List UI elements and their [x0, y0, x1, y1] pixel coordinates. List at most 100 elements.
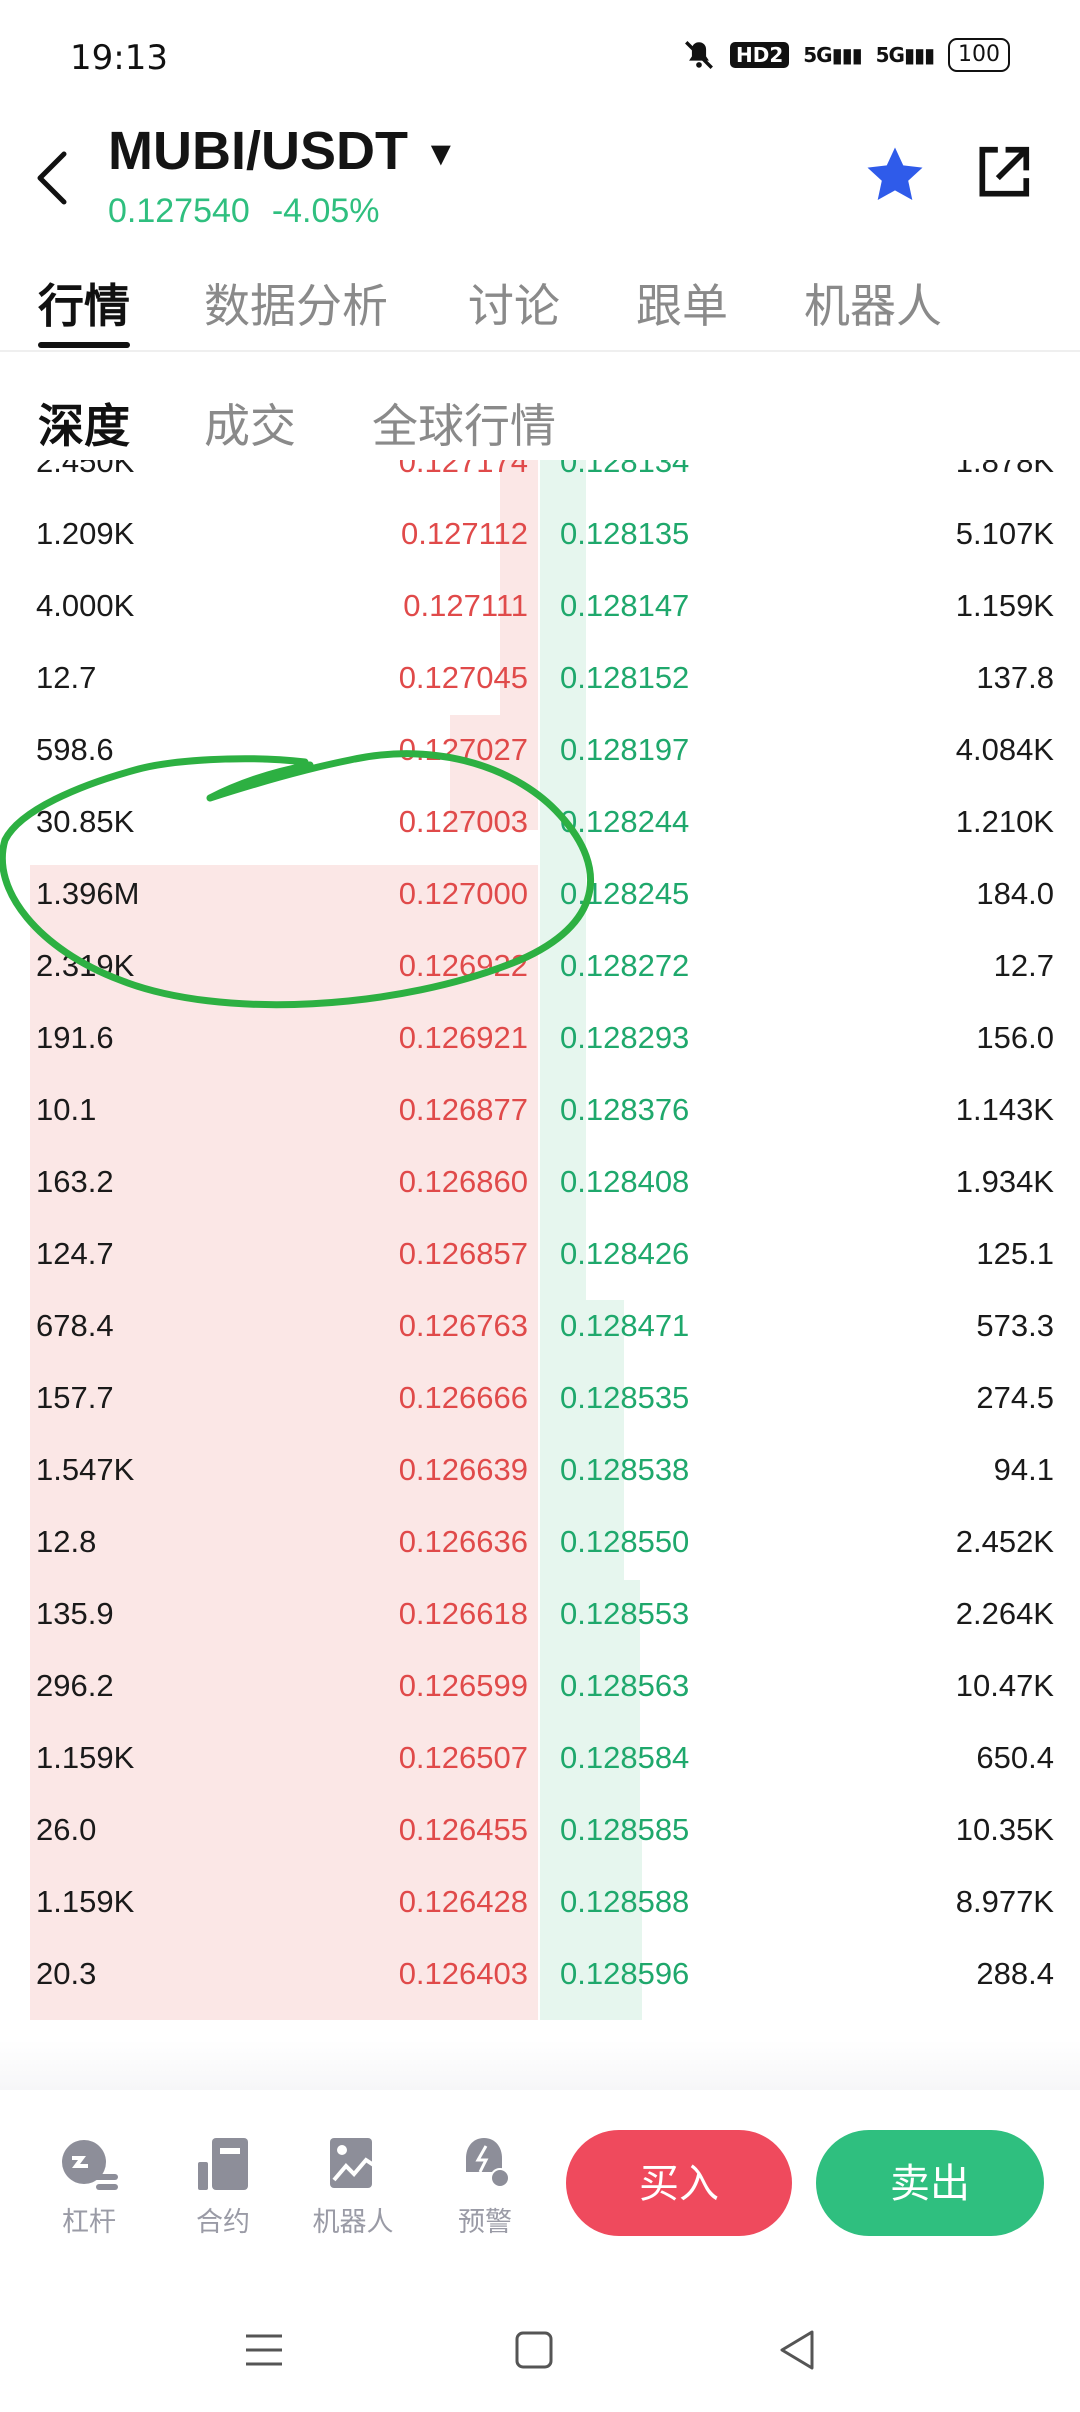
menu-icon[interactable]	[234, 2320, 294, 2380]
tab-data-analysis[interactable]: 数据分析	[204, 270, 388, 336]
pair-selector[interactable]: MUBI/USDT ▼	[108, 120, 458, 182]
bid-amount: 1.396M	[36, 876, 140, 911]
ask-amount: 4.084K	[955, 732, 1054, 767]
order-book-row[interactable]: 678.4 0.126763 0.128471 573.3	[0, 1290, 1080, 1362]
order-book-row[interactable]: 135.9 0.126618 0.128553 2.264K	[0, 1578, 1080, 1650]
order-book-row[interactable]: 20.3 0.126403 0.128596 288.4	[0, 1938, 1080, 2010]
ask-price: 0.128272	[560, 948, 690, 983]
order-book-row[interactable]: 163.2 0.126860 0.128408 1.934K	[0, 1146, 1080, 1218]
share-icon[interactable]	[972, 142, 1034, 204]
bid-price: 0.126763	[398, 1308, 528, 1343]
bid-price: 0.126860	[398, 1164, 528, 1199]
bid-amount: 1.209K	[36, 516, 135, 551]
bid-price: 0.127112	[401, 516, 528, 551]
order-book-row[interactable]: 1.159K 0.126428 0.128588 8.977K	[0, 1866, 1080, 1938]
bid-price: 0.126455	[398, 1812, 528, 1847]
order-book-row[interactable]: 124.7 0.126857 0.128426 125.1	[0, 1218, 1080, 1290]
robot-button[interactable]: 机器人	[298, 2134, 408, 2239]
bid-amount: 10.1	[36, 1092, 97, 1127]
price-change: -4.05%	[271, 192, 380, 230]
bid-price: 0.127003	[398, 804, 528, 839]
bid-amount: 26.0	[36, 1812, 97, 1847]
bid-price: 0.126857	[398, 1236, 528, 1271]
order-book-row[interactable]: 1.209K 0.127112 0.128135 5.107K	[0, 498, 1080, 570]
ask-price: 0.128408	[560, 1164, 690, 1199]
order-book-row[interactable]: 191.6 0.126921 0.128293 156.0	[0, 1002, 1080, 1074]
order-book-row[interactable]: 12.8 0.126636 0.128550 2.452K	[0, 1506, 1080, 1578]
favorite-star-icon[interactable]	[862, 142, 928, 208]
order-book-row[interactable]: 1.396M 0.127000 0.128245 184.0	[0, 858, 1080, 930]
tab-copy-trading[interactable]: 跟单	[636, 270, 728, 336]
leverage-button[interactable]: 杠杆	[34, 2134, 144, 2239]
bid-amount: 12.7	[36, 660, 97, 695]
order-book-row[interactable]: 296.2 0.126599 0.128563 10.47K	[0, 1650, 1080, 1722]
order-book-row[interactable]: 2.450K 0.127174 0.128134 1.878K	[0, 460, 1080, 498]
home-square-icon[interactable]	[504, 2320, 564, 2380]
status-time: 19:13	[70, 38, 168, 78]
sell-button[interactable]: 卖出	[816, 2130, 1044, 2236]
tab-market[interactable]: 行情	[38, 270, 130, 336]
tab-discussion[interactable]: 讨论	[468, 270, 560, 336]
ask-price: 0.128293	[560, 1020, 690, 1055]
ask-price: 0.128245	[560, 876, 690, 911]
bid-price: 0.126599	[398, 1668, 528, 1703]
order-book-row[interactable]: 26.0 0.126455 0.128585 10.35K	[0, 1794, 1080, 1866]
contract-icon	[198, 2138, 248, 2190]
ask-price: 0.128535	[560, 1380, 690, 1415]
back-triangle-icon[interactable]	[768, 2320, 828, 2380]
bid-amount: 678.4	[36, 1308, 114, 1343]
signal-5g-icon: 5G▮▮▮	[803, 43, 862, 67]
order-book[interactable]: 2.450K 0.127174 0.128134 1.878K 1.209K 0.1271…	[0, 460, 1080, 2020]
order-book-row[interactable]: 2.319K 0.126922 0.128272 12.7	[0, 930, 1080, 1002]
back-arrow-icon[interactable]	[32, 146, 72, 210]
order-book-row[interactable]: 30.85K 0.127003 0.128244 1.210K	[0, 786, 1080, 858]
main-tabs: 行情 数据分析 讨论 跟单 机器人	[0, 262, 1080, 352]
ask-amount: 274.5	[976, 1380, 1054, 1415]
order-book-row[interactable]: 4.000K 0.127111 0.128147 1.159K	[0, 570, 1080, 642]
battery-icon: 100	[948, 38, 1010, 72]
order-book-row[interactable]: 1.547K 0.126639 0.128538 94.1	[0, 1434, 1080, 1506]
book-fade	[0, 2040, 1080, 2090]
ask-amount: 1.159K	[955, 588, 1054, 623]
subtab-trades[interactable]: 成交	[204, 390, 296, 456]
alert-button[interactable]: 预警	[430, 2134, 540, 2239]
signal-label-2: 5G	[875, 43, 905, 67]
bid-price: 0.126507	[398, 1740, 528, 1775]
sub-tabs: 深度 成交 全球行情	[0, 390, 1080, 460]
ask-price: 0.128471	[560, 1308, 690, 1343]
bid-price: 0.127027	[398, 732, 528, 767]
bid-price: 0.127000	[398, 876, 528, 911]
bottom-action-bar: 杠杆 合约 机器人 预警 买入 卖出	[0, 2090, 1080, 2280]
ask-price: 0.128376	[560, 1092, 690, 1127]
bid-amount: 20.3	[36, 1956, 97, 1991]
hd-badge: HD2	[729, 42, 790, 68]
bid-amount: 2.319K	[36, 948, 135, 983]
ask-amount: 650.4	[976, 1740, 1054, 1775]
order-book-row[interactable]: 12.7 0.127045 0.128152 137.8	[0, 642, 1080, 714]
bid-amount: 4.000K	[36, 588, 135, 623]
bid-amount: 12.8	[36, 1524, 97, 1559]
bid-amount: 1.159K	[36, 1884, 135, 1919]
subtab-depth[interactable]: 深度	[38, 390, 130, 456]
ask-amount: 156.0	[976, 1020, 1054, 1055]
ask-amount: 12.7	[993, 948, 1054, 983]
order-book-row[interactable]: 10.1 0.126877 0.128376 1.143K	[0, 1074, 1080, 1146]
ask-price: 0.128563	[560, 1668, 690, 1703]
last-price: 0.127540	[108, 192, 250, 230]
ask-amount: 10.35K	[955, 1812, 1054, 1847]
subtab-global-market[interactable]: 全球行情	[372, 390, 556, 456]
robot-icon	[330, 2138, 380, 2188]
bid-amount: 2.450K	[36, 460, 135, 479]
bid-amount: 124.7	[36, 1236, 114, 1271]
bid-amount: 1.547K	[36, 1452, 135, 1487]
order-book-row[interactable]: 157.7 0.126666 0.128535 274.5	[0, 1362, 1080, 1434]
status-bar: 19:13 HD2 5G▮▮▮ 5G▮▮▮ 100	[0, 0, 1080, 110]
contract-button[interactable]: 合约	[168, 2134, 278, 2239]
buy-button[interactable]: 买入	[566, 2130, 792, 2236]
order-book-row[interactable]: 1.159K 0.126507 0.128584 650.4	[0, 1722, 1080, 1794]
ask-amount: 137.8	[976, 660, 1054, 695]
ask-amount: 1.878K	[955, 460, 1054, 479]
tab-robot[interactable]: 机器人	[804, 270, 942, 336]
bid-amount: 30.85K	[36, 804, 135, 839]
order-book-row[interactable]: 598.6 0.127027 0.128197 4.084K	[0, 714, 1080, 786]
